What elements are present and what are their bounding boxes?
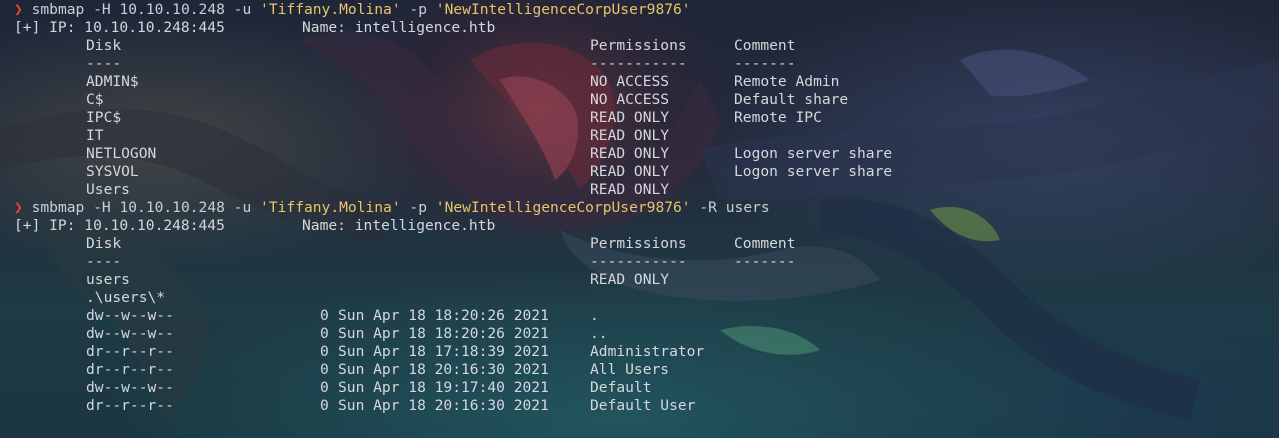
share-permissions: NO ACCESS (590, 73, 670, 90)
share-comment: Logon server share (734, 145, 893, 162)
list-item: dw--w--w-- 0 Sun Apr 18 18:20:26 2021.. (14, 325, 1264, 343)
share-name: users (86, 271, 130, 288)
share-row: C$ NO ACCESS Default share (14, 91, 1264, 109)
divider-comment: ------- (734, 55, 796, 72)
share-row: IT READ ONLY (14, 127, 1264, 145)
divider-permissions: ----------- (590, 55, 687, 72)
username-arg: 'Tiffany.Molina' (260, 1, 401, 18)
share-permissions: READ ONLY (590, 163, 670, 180)
password-arg: 'NewIntelligenceCorpUser9876' (435, 199, 691, 216)
share-permissions: READ ONLY (590, 145, 670, 162)
header-comment: Comment (734, 235, 796, 252)
username-arg: 'Tiffany.Molina' (260, 199, 401, 216)
list-item: dw--w--w-- 0 Sun Apr 18 19:17:40 2021 Defau… (14, 379, 1264, 397)
share-name: SYSVOL (86, 163, 139, 180)
share-name: Users (86, 181, 130, 198)
share-comment: Default share (734, 91, 849, 108)
divider-disk: ---- (86, 253, 122, 270)
divider-comment: ------- (734, 253, 796, 270)
entry-date: Sun Apr 18 20:16:30 2021 (338, 397, 549, 414)
password-flag: -p (400, 1, 436, 18)
entry-mode: dw--w--w-- (86, 379, 174, 396)
divider-disk: ---- (86, 55, 122, 72)
share-permissions: READ ONLY (590, 181, 670, 198)
command-line: ❯ smbmap -H 10.10.10.248 -u 'Tiffany.Mol… (14, 1, 1264, 19)
share-name: ADMIN$ (86, 73, 139, 90)
ip-label: [+] IP: 10.10.10.248:445 (14, 19, 225, 36)
entry-mode: dr--r--r-- (86, 343, 174, 360)
host-info-line: [+] IP: 10.10.10.248:445 Name: intelligen… (14, 19, 1264, 37)
list-item: dr--r--r-- 0 Sun Apr 18 17:18:39 2021 Admin… (14, 343, 1264, 361)
entry-date: Sun Apr 18 20:16:30 2021 (338, 361, 549, 378)
share-table-divider: ---- ----------- ------- (14, 253, 1264, 271)
path-label: .\users\* (86, 289, 166, 306)
entry-size: 0 (320, 379, 329, 396)
header-permissions: Permissions (590, 235, 687, 252)
password-flag: -p (400, 199, 436, 216)
entry-name: Administrator (590, 343, 705, 360)
listing-path: .\users\* (14, 289, 1264, 307)
entry-size: 0 (320, 307, 329, 324)
entry-name: . (590, 307, 599, 324)
share-permissions: NO ACCESS (590, 91, 670, 108)
share-row: Users READ ONLY (14, 181, 1264, 199)
entry-name: All Users (590, 361, 670, 378)
share-table-header: Disk Permissions Comment (14, 235, 1264, 253)
entry-size: 0 (320, 325, 329, 342)
entry-mode: dw--w--w-- (86, 307, 174, 324)
share-comment: Logon server share (734, 163, 893, 180)
divider-permissions: ----------- (590, 253, 687, 270)
share-name: IT (86, 127, 104, 144)
share-comment: Remote Admin (734, 73, 840, 90)
share-comment: Remote IPC (734, 109, 822, 126)
list-item: dw--w--w-- 0 Sun Apr 18 18:20:26 2021. (14, 307, 1264, 325)
share-name: IPC$ (86, 109, 122, 126)
entry-mode: dr--r--r-- (86, 397, 174, 414)
entry-name: Default (590, 379, 652, 396)
entry-date: Sun Apr 18 18:20:26 2021 (338, 307, 549, 324)
entry-date: Sun Apr 18 18:20:26 2021 (338, 325, 549, 342)
ip-label: [+] IP: 10.10.10.248:445 (14, 217, 225, 234)
entry-mode: dw--w--w-- (86, 325, 174, 342)
share-row: ADMIN$ NO ACCESS Remote Admin (14, 73, 1264, 91)
command-line: ❯ smbmap -H 10.10.10.248 -u 'Tiffany.Mol… (14, 199, 1264, 217)
header-disk: Disk (86, 235, 122, 252)
host-info-line: [+] IP: 10.10.10.248:445 Name: intelligen… (14, 217, 1264, 235)
share-permissions: READ ONLY (590, 127, 670, 144)
header-disk: Disk (86, 37, 122, 54)
entry-date: Sun Apr 18 19:17:40 2021 (338, 379, 549, 396)
entry-name: Default User (590, 397, 696, 414)
terminal-output: ❯ smbmap -H 10.10.10.248 -u 'Tiffany.Mol… (14, 1, 1264, 415)
share-permissions: READ ONLY (590, 109, 670, 126)
entry-size: 0 (320, 343, 329, 360)
list-item: dr--r--r-- 0 Sun Apr 18 20:16:30 2021 All U… (14, 361, 1264, 379)
share-row: users READ ONLY (14, 271, 1264, 289)
hostname-label: Name: intelligence.htb (302, 217, 496, 234)
header-comment: Comment (734, 37, 796, 54)
password-arg: 'NewIntelligenceCorpUser9876' (435, 1, 691, 18)
command-text: smbmap -H 10.10.10.248 -u (31, 1, 261, 18)
share-table-divider: ---- ----------- ------- (14, 55, 1264, 73)
share-name: NETLOGON (86, 145, 157, 162)
entry-size: 0 (320, 361, 329, 378)
share-table-header: Disk Permissions Comment (14, 37, 1264, 55)
entry-date: Sun Apr 18 17:18:39 2021 (338, 343, 549, 360)
share-row: SYSVOL READ ONLY Logon server share (14, 163, 1264, 181)
prompt-arrow-icon: ❯ (14, 199, 23, 216)
share-name: C$ (86, 91, 104, 108)
prompt-arrow-icon: ❯ (14, 1, 23, 18)
share-permissions: READ ONLY (590, 271, 670, 288)
hostname-label: Name: intelligence.htb (302, 19, 496, 36)
header-permissions: Permissions (590, 37, 687, 54)
entry-name: .. (590, 325, 608, 342)
share-row: IPC$ READ ONLY Remote IPC (14, 109, 1264, 127)
entry-size: 0 (320, 397, 329, 414)
command-text: smbmap -H 10.10.10.248 -u (31, 199, 261, 216)
recursive-flag: -R users (690, 199, 770, 216)
list-item: dr--r--r-- 0 Sun Apr 18 20:16:30 2021 Defau… (14, 397, 1264, 415)
share-row: NETLOGON READ ONLY Logon server share (14, 145, 1264, 163)
entry-mode: dr--r--r-- (86, 361, 174, 378)
